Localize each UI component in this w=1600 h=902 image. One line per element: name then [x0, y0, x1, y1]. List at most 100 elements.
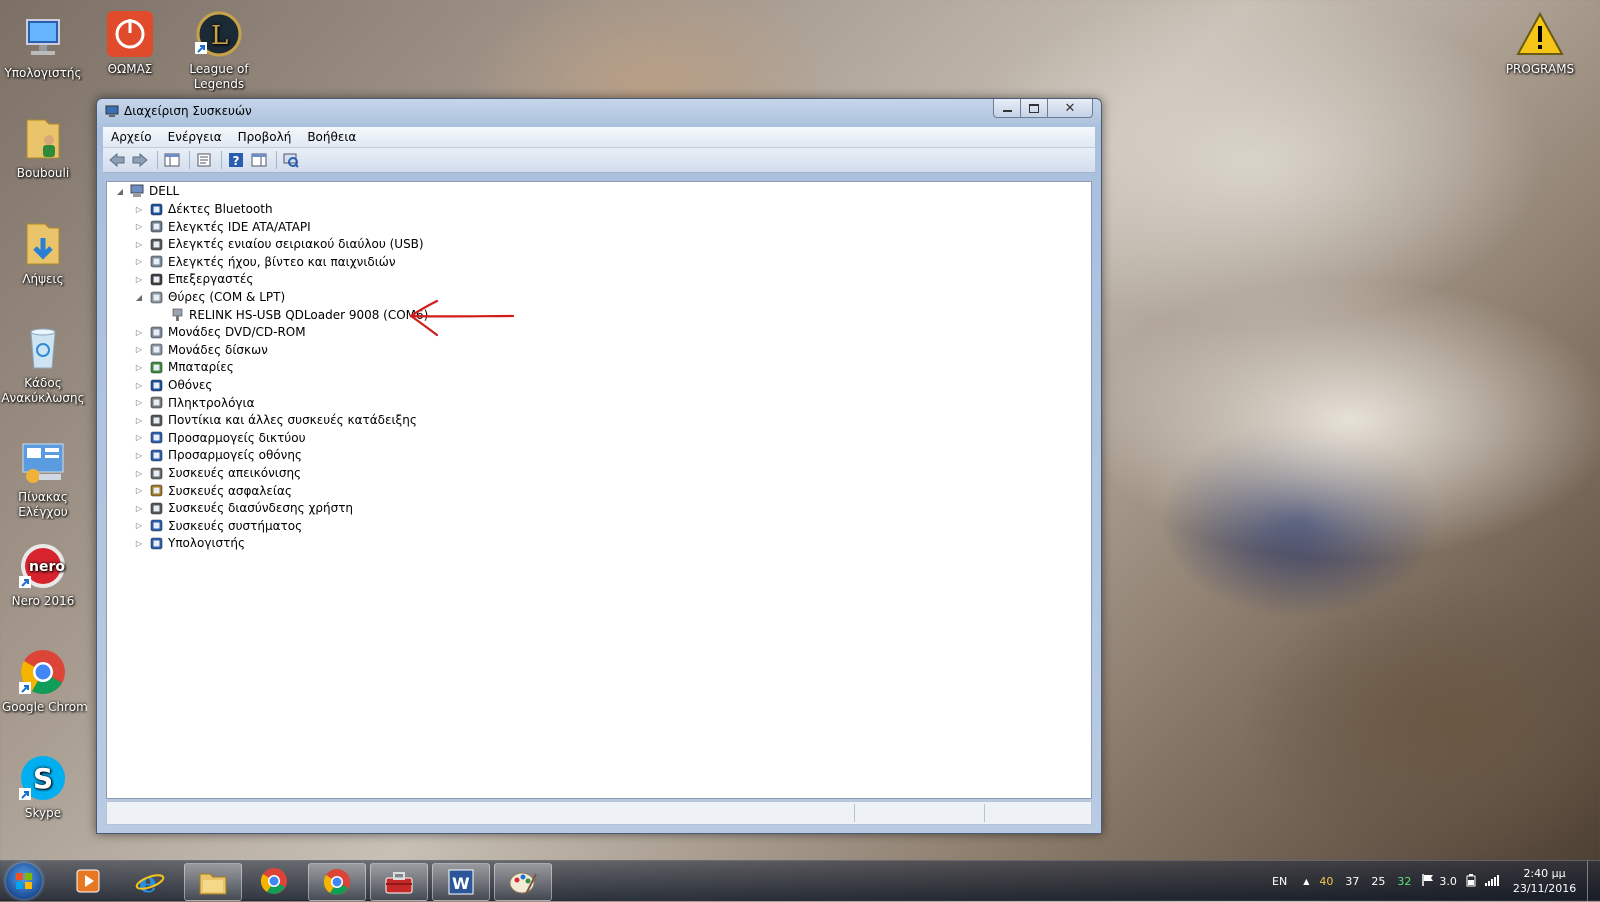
desktop-icon-league-of-legends[interactable]: L League of Legends [175, 10, 263, 92]
tree-category[interactable]: ▷ Ποντίκια και άλλες συσκευές κατάδειξης [134, 411, 417, 429]
back-button[interactable] [107, 151, 127, 169]
expand-arrow-icon[interactable]: ▷ [134, 257, 144, 266]
action-pane-button[interactable] [249, 151, 269, 169]
expand-arrow-icon[interactable]: ▷ [134, 363, 144, 372]
expand-arrow-icon[interactable]: ▷ [134, 486, 144, 495]
expand-arrow-icon[interactable]: ▷ [134, 416, 144, 425]
tray-number[interactable]: 32 [1397, 875, 1411, 888]
media-player-icon [76, 869, 100, 893]
device-tree[interactable]: ◢ DELL ▷ Δέκτες Bluetooth ▷ Ελεγκτές IDE AT… [106, 181, 1092, 799]
taskbar-word[interactable]: W [432, 863, 490, 901]
tree-category[interactable]: ▷ Επεξεργαστές [134, 270, 254, 288]
start-button[interactable] [6, 863, 42, 899]
tree-category[interactable]: ▷ Πληκτρολόγια [134, 394, 255, 412]
tree-category[interactable]: ▷ Συσκευές συστήματος [134, 517, 302, 535]
help-button[interactable]: ? [226, 151, 246, 169]
desktop-icon-boubouli[interactable]: Boubouli [0, 114, 87, 181]
desktop-icon-control-panel[interactable]: Πίνακας Ελέγχου [0, 438, 87, 520]
recycle-bin-icon [19, 324, 67, 372]
tree-root[interactable]: ◢ DELL [115, 182, 179, 200]
collapse-arrow-icon[interactable]: ◢ [115, 187, 125, 196]
tree-category[interactable]: ▷ Προσαρμογείς οθόνης [134, 446, 302, 464]
device-manager-window[interactable]: Διαχείριση Συσκευών ✕ Αρχείο Ενέργεια Πρ… [96, 98, 1102, 834]
power-icon[interactable] [1465, 873, 1477, 890]
tray-number[interactable]: 37 [1345, 875, 1359, 888]
taskbar-toolbox[interactable] [370, 863, 428, 901]
desktop-icon-thomas[interactable]: ΘΩΜΑΣ [86, 10, 174, 77]
desktop-icon-google-chrome[interactable]: Google Chrome S [0, 648, 87, 715]
expand-arrow-icon[interactable]: ▷ [134, 398, 144, 407]
tree-category[interactable]: ▷ Μονάδες δίσκων [134, 341, 268, 359]
tree-category[interactable]: ▷ Μονάδες DVD/CD-ROM [134, 323, 306, 341]
device-category-icon [148, 219, 164, 235]
expand-arrow-icon[interactable]: ▷ [134, 451, 144, 460]
action-center-flag-icon[interactable] [1421, 873, 1435, 890]
tree-device[interactable]: RELINK HS-USB QDLoader 9008 (COM6) [169, 306, 428, 324]
expand-arrow-icon[interactable]: ▷ [134, 381, 144, 390]
collapse-arrow-icon[interactable]: ◢ [134, 293, 144, 302]
tree-category[interactable]: ▷ Υπολογιστής [134, 534, 245, 552]
tree-category[interactable]: ▷ Οθόνες [134, 376, 212, 394]
tree-category[interactable]: ▷ Συσκευές ασφαλείας [134, 482, 292, 500]
desktop-icon-computer[interactable]: Υπολογιστής [0, 14, 87, 81]
desktop-icon-label: Κάδος Ανακύκλωσης [1, 376, 85, 405]
forward-button[interactable] [130, 151, 150, 169]
expand-arrow-icon[interactable]: ▷ [134, 240, 144, 249]
expand-arrow-icon[interactable]: ▷ [134, 275, 144, 284]
clock[interactable]: 2:40 μμ 23/11/2016 [1513, 866, 1576, 896]
expand-arrow-icon[interactable]: ▷ [134, 539, 144, 548]
language-indicator[interactable]: EN [1272, 875, 1287, 888]
tree-category[interactable]: ▷ Ελεγκτές ήχου, βίντεο και παιχνιδιών [134, 253, 396, 271]
tree-category[interactable]: ▷ Μπαταρίες [134, 358, 234, 376]
desktop-icon-downloads[interactable]: Λήψεις [0, 220, 87, 287]
show-hidden-icons-button[interactable]: ▲ [1303, 877, 1309, 886]
network-signal-icon[interactable] [1484, 874, 1499, 889]
expand-arrow-icon[interactable]: ▷ [134, 504, 144, 513]
tray-version[interactable]: 3.0 [1439, 875, 1457, 888]
tree-category[interactable]: ◢ Θύρες (COM & LPT) [134, 288, 285, 306]
menu-action[interactable]: Ενέργεια [160, 130, 230, 144]
menu-view[interactable]: Προβολή [230, 130, 300, 144]
desktop-icon-skype[interactable]: S Skype [0, 754, 87, 821]
taskbar-media-player[interactable] [60, 863, 116, 899]
minimize-button[interactable] [993, 99, 1021, 118]
taskbar-internet-explorer[interactable]: e [122, 863, 178, 899]
warning-icon [1516, 10, 1564, 58]
expand-arrow-icon[interactable]: ▷ [134, 433, 144, 442]
tree-category[interactable]: ▷ Ελεγκτές ενιαίου σειριακού διαύλου (USB… [134, 235, 424, 253]
expand-arrow-icon[interactable]: ▷ [134, 521, 144, 530]
expand-arrow-icon[interactable]: ▷ [134, 328, 144, 337]
desktop-icon-label: Google Chrome S [2, 700, 87, 714]
expand-arrow-icon[interactable]: ▷ [134, 345, 144, 354]
scan-hardware-icon [283, 153, 299, 168]
tree-category-label: Μονάδες δίσκων [168, 342, 268, 357]
window-titlebar[interactable]: Διαχείριση Συσκευών ✕ [97, 99, 1101, 125]
show-hide-console-tree-button[interactable] [162, 151, 182, 169]
tree-category[interactable]: ▷ Δέκτες Bluetooth [134, 200, 273, 218]
close-button[interactable]: ✕ [1047, 99, 1093, 118]
scan-hardware-changes-button[interactable] [281, 151, 301, 169]
desktop-icon-recycle-bin[interactable]: Κάδος Ανακύκλωσης [0, 324, 87, 406]
menu-help[interactable]: Βοήθεια [299, 130, 364, 144]
expand-arrow-icon[interactable]: ▷ [134, 222, 144, 231]
tree-category[interactable]: ▷ Συσκευές διασύνδεσης χρήστη [134, 499, 353, 517]
tray-number[interactable]: 25 [1371, 875, 1385, 888]
taskbar-chrome-1[interactable] [246, 863, 302, 899]
tree-category[interactable]: ▷ Ελεγκτές IDE ATA/ATAPI [134, 218, 311, 236]
expand-arrow-icon[interactable]: ▷ [134, 205, 144, 214]
properties-button[interactable] [194, 151, 214, 169]
desktop-icon-programs[interactable]: PROGRAMS [1496, 10, 1584, 77]
device-manager-icon [105, 105, 119, 118]
menu-file[interactable]: Αρχείο [103, 130, 160, 144]
taskbar-file-explorer[interactable] [184, 863, 242, 901]
show-desktop-button[interactable] [1587, 861, 1600, 901]
restore-button[interactable] [1020, 99, 1048, 118]
expand-arrow-icon[interactable]: ▷ [134, 469, 144, 478]
taskbar-chrome-2[interactable] [308, 863, 366, 901]
desktop-icon-nero[interactable]: nero Nero 2016 [0, 542, 87, 609]
tree-category[interactable]: ▷ Συσκευές απεικόνισης [134, 464, 301, 482]
device-category-icon [148, 500, 164, 516]
tree-category[interactable]: ▷ Προσαρμογείς δικτύου [134, 429, 306, 447]
taskbar-paint[interactable] [494, 863, 552, 901]
tray-number[interactable]: 40 [1319, 875, 1333, 888]
